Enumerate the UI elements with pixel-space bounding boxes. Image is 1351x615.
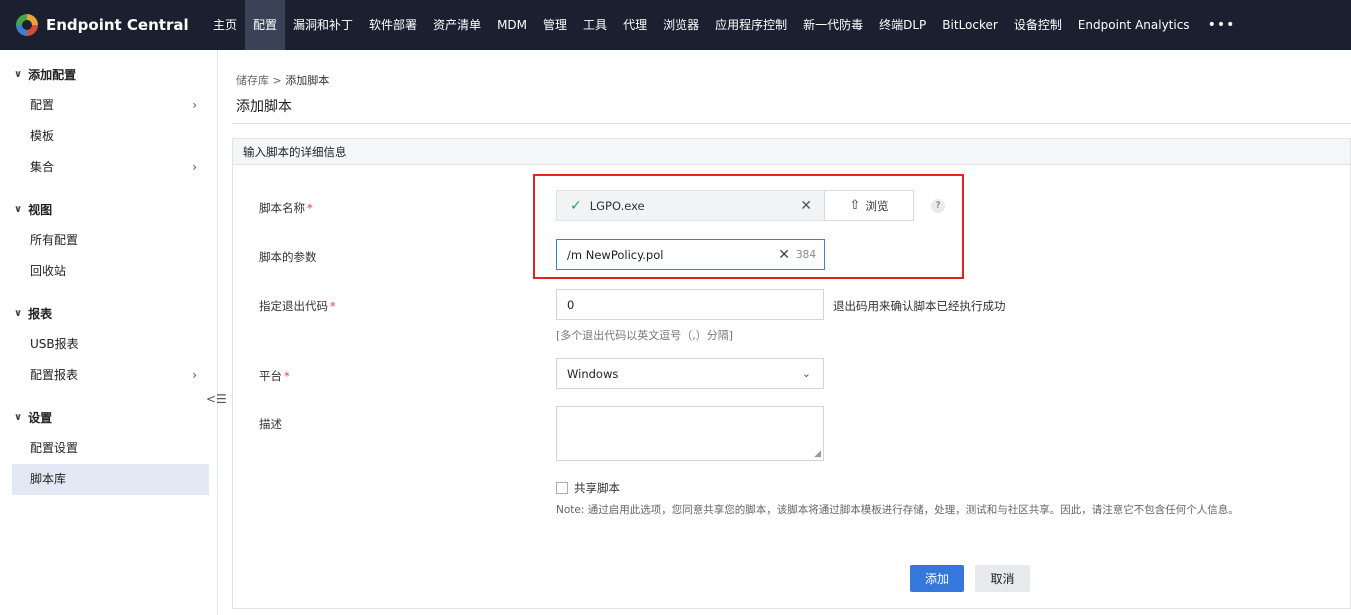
chevron-down-icon: ∨	[14, 411, 23, 423]
share-script-checkbox[interactable]	[556, 482, 568, 494]
required-mark: *	[330, 299, 336, 313]
breadcrumb: 储存库 > 添加脚本	[236, 72, 329, 88]
sidebar-item[interactable]: 配置 ›	[0, 90, 209, 121]
share-script-label[interactable]: 共享脚本	[574, 480, 620, 496]
sidebar-group[interactable]: ∨ 添加配置	[0, 58, 217, 90]
sidebar-item-label: 集合	[30, 160, 55, 174]
sidebar-group[interactable]: ∨ 设置	[0, 401, 217, 433]
chevron-down-icon: ∨	[14, 307, 23, 319]
sidebar-group-title: 视图	[28, 202, 53, 217]
brand[interactable]: Endpoint Central	[0, 0, 205, 50]
platform-label: 平台 *	[259, 368, 290, 384]
sidebar-item[interactable]: 回收站	[0, 256, 209, 287]
exit-code-value: 0	[567, 297, 575, 312]
sidebar-item[interactable]: 脚本库	[12, 464, 209, 495]
chevron-down-icon: ⌄	[801, 367, 811, 380]
chevron-down-icon: ∨	[14, 68, 23, 80]
description-label: 描述	[259, 417, 282, 431]
sidebar-group[interactable]: ∨ 报表	[0, 297, 217, 329]
sidebar: ∨ 添加配置 配置 › 模板 集合 › ∨ 视图 所有配置 回收站 ∨ 报表 USB报表 配置报表 › ∨ 设置配…	[0, 50, 218, 615]
sidebar-group-title: 报表	[28, 306, 53, 321]
sidebar-item[interactable]: 配置设置	[0, 433, 209, 464]
nav-item[interactable]: MDM	[489, 0, 535, 50]
nav-item[interactable]: 资产清单	[425, 0, 489, 50]
breadcrumb-separator: >	[272, 74, 282, 87]
nav-item[interactable]: 配置	[245, 0, 286, 50]
brand-logo-icon	[16, 14, 38, 36]
divider	[232, 123, 1351, 124]
exit-code-input[interactable]: 0	[556, 289, 824, 320]
nav-item[interactable]: BitLocker	[934, 0, 1006, 50]
sidebar-item-label: 模板	[30, 129, 55, 143]
nav-item[interactable]: 工具	[575, 0, 615, 50]
nav-item[interactable]: 代理	[615, 0, 655, 50]
platform-value: Windows	[567, 366, 619, 381]
exit-code-hint: [多个退出代码以英文逗号（,）分隔]	[556, 329, 734, 342]
chevron-right-icon: ›	[192, 368, 197, 382]
nav-item[interactable]: 浏览器	[655, 0, 707, 50]
required-mark: *	[284, 369, 290, 383]
sidebar-item[interactable]: 所有配置	[0, 225, 209, 256]
sidebar-item-label: 配置	[30, 98, 55, 112]
sidebar-group-title: 设置	[28, 410, 53, 425]
script-name-label: 脚本名称 *	[259, 200, 313, 216]
resize-handle-icon[interactable]: ◢	[814, 449, 821, 459]
cancel-button[interactable]: 取消	[975, 565, 1030, 592]
panel-header: 输入脚本的详细信息	[233, 139, 1350, 165]
nav-item[interactable]: 软件部署	[361, 0, 425, 50]
brand-name: Endpoint Central	[46, 16, 189, 34]
more-menu-icon[interactable]: •••	[1198, 0, 1246, 50]
sidebar-item[interactable]: 集合 ›	[0, 152, 209, 183]
add-button[interactable]: 添加	[910, 565, 964, 592]
sidebar-group[interactable]: ∨ 视图	[0, 193, 217, 225]
required-mark: *	[307, 201, 313, 215]
share-note: Note: 通过启用此选项，您同意共享您的脚本，该脚本将通过脚本模板进行存储，处…	[556, 504, 1239, 516]
nav-item[interactable]: 主页	[205, 0, 245, 50]
sidebar-item-label: 配置报表	[30, 368, 79, 382]
sidebar-item-label: 脚本库	[30, 472, 67, 486]
nav-item[interactable]: 漏洞和补丁	[285, 0, 361, 50]
platform-label-text: 平台	[259, 369, 282, 383]
sidebar-item-label: 回收站	[30, 264, 67, 278]
chevron-right-icon: ›	[192, 98, 197, 112]
sidebar-item-label: USB报表	[30, 337, 79, 351]
share-script-row: 共享脚本	[556, 480, 620, 496]
highlight-box	[533, 174, 964, 279]
exit-code-label: 指定退出代码 *	[259, 298, 336, 314]
sidebar-item-label: 配置设置	[30, 441, 79, 455]
main-nav: 主页 配置 漏洞和补丁 软件部署 资产清单 MDM 管理 工具 代理 浏览器 应用程序控制 新一代防毒…	[205, 0, 1198, 50]
nav-item[interactable]: 管理	[535, 0, 575, 50]
nav-item[interactable]: Endpoint Analytics	[1070, 0, 1198, 50]
sidebar-item[interactable]: 配置报表 ›	[0, 360, 209, 391]
script-params-label: 脚本的参数	[259, 250, 317, 264]
exit-code-side-note: 退出码用来确认脚本已经执行成功	[833, 299, 1006, 313]
collapse-sidebar-icon[interactable]: <☰	[206, 392, 227, 406]
sidebar-item-label: 所有配置	[30, 233, 79, 247]
chevron-down-icon: ∨	[14, 203, 23, 215]
nav-item[interactable]: 设备控制	[1006, 0, 1070, 50]
page-title: 添加脚本	[236, 99, 292, 115]
sidebar-item[interactable]: USB报表	[0, 329, 209, 360]
exit-code-label-text: 指定退出代码	[259, 299, 328, 313]
nav-item[interactable]: 新一代防毒	[795, 0, 871, 50]
sidebar-group-title: 添加配置	[28, 67, 77, 82]
breadcrumb-current: 添加脚本	[285, 74, 330, 87]
sidebar-item[interactable]: 模板	[0, 121, 209, 152]
breadcrumb-parent[interactable]: 储存库	[236, 74, 269, 87]
chevron-right-icon: ›	[192, 160, 197, 174]
nav-item[interactable]: 终端DLP	[871, 0, 934, 50]
script-name-label-text: 脚本名称	[259, 201, 305, 215]
nav-item[interactable]: 应用程序控制	[707, 0, 795, 50]
description-textarea[interactable]: ◢	[556, 406, 824, 461]
platform-select[interactable]: Windows ⌄	[556, 358, 824, 389]
top-navigation-bar: Endpoint Central 主页 配置 漏洞和补丁 软件部署 资产清单 MDM 管理工…	[0, 0, 1351, 50]
